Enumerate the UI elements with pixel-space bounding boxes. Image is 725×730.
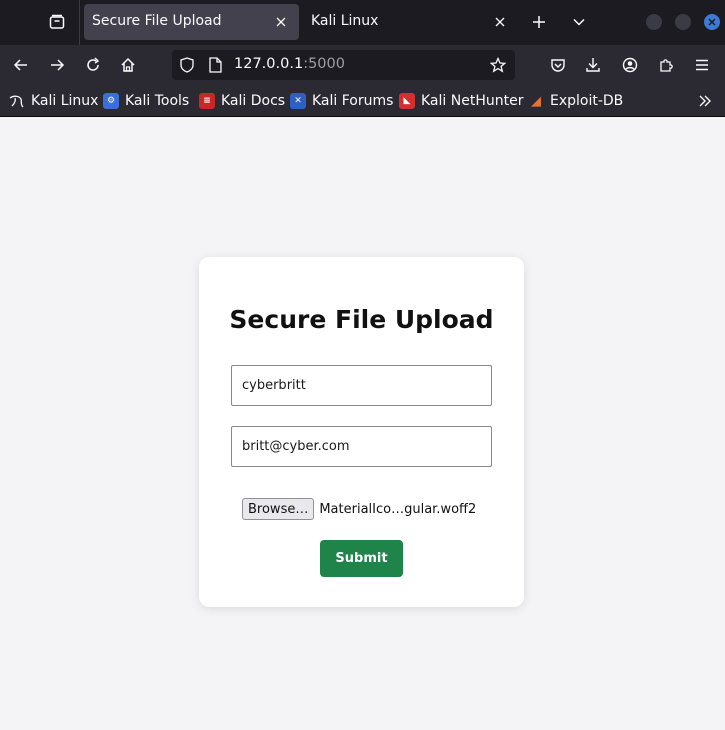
url-text: 127.0.0.1:5000 bbox=[234, 56, 345, 72]
bookmark-star-icon[interactable] bbox=[489, 56, 507, 74]
tab-title: Kali Linux bbox=[311, 13, 379, 29]
bookmark-label: Kali Docs bbox=[221, 93, 286, 109]
navigation-toolbar: 127.0.0.1:5000 bbox=[0, 45, 725, 85]
page-info-icon[interactable] bbox=[206, 56, 224, 74]
exploit-db-icon: ◢ bbox=[531, 93, 541, 109]
bookmark-label: Kali Tools bbox=[125, 93, 190, 109]
plus-icon bbox=[533, 16, 545, 28]
pocket-button[interactable] bbox=[542, 49, 574, 81]
bookmark-label: Kali Forums bbox=[312, 93, 394, 109]
bookmark-label: Kali Linux bbox=[31, 93, 99, 109]
page-title: Secure File Upload bbox=[229, 305, 494, 334]
tab-title: Secure File Upload bbox=[92, 13, 222, 29]
kali-tools-icon: ⚙ bbox=[103, 93, 119, 109]
bookmark-exploit-db[interactable]: ◢ Exploit-DB bbox=[528, 91, 623, 111]
app-menu-button[interactable] bbox=[686, 49, 718, 81]
email-input[interactable] bbox=[231, 426, 492, 467]
bookmarks-overflow-button[interactable] bbox=[695, 91, 715, 111]
list-all-tabs-button[interactable] bbox=[563, 6, 595, 38]
url-port: :5000 bbox=[303, 56, 345, 72]
downloads-button[interactable] bbox=[577, 49, 609, 81]
tab-secure-file-upload[interactable]: Secure File Upload bbox=[84, 4, 299, 40]
bookmark-label: Kali NetHunter bbox=[421, 93, 524, 109]
tracking-protection-icon[interactable] bbox=[178, 56, 196, 74]
bookmark-kali-forums[interactable]: ✕ Kali Forums bbox=[290, 91, 393, 111]
bookmark-kali-nethunter[interactable]: ◣ Kali NetHunter bbox=[399, 91, 523, 111]
kali-forums-icon: ✕ bbox=[290, 93, 306, 109]
upload-form-card: Secure File Upload Browse… MaterialIco…g… bbox=[199, 257, 524, 607]
reload-icon bbox=[87, 57, 100, 71]
extensions-button[interactable] bbox=[650, 49, 682, 81]
tab-close-button[interactable] bbox=[490, 12, 510, 32]
tab-separator bbox=[79, 0, 80, 45]
submit-button[interactable]: Submit bbox=[320, 540, 403, 577]
back-button[interactable] bbox=[5, 49, 37, 81]
account-icon bbox=[622, 57, 638, 73]
url-host: 127.0.0.1 bbox=[234, 56, 304, 72]
home-icon bbox=[121, 57, 135, 72]
window-close-button[interactable] bbox=[704, 14, 720, 30]
firefox-view-button[interactable] bbox=[41, 6, 73, 38]
url-bar[interactable]: 127.0.0.1:5000 bbox=[172, 50, 515, 80]
tab-strip: Secure File Upload Kali Linux bbox=[0, 0, 725, 45]
arrow-right-icon bbox=[51, 59, 65, 71]
account-button[interactable] bbox=[614, 49, 646, 81]
close-icon bbox=[495, 17, 505, 27]
bookmark-label: Exploit-DB bbox=[550, 93, 624, 109]
bookmarks-toolbar: Kali Linux ⚙ Kali Tools ≡ Kali Docs ✕ Ka… bbox=[0, 85, 725, 117]
tab-close-button[interactable] bbox=[271, 12, 291, 32]
reload-button[interactable] bbox=[77, 49, 109, 81]
close-icon bbox=[276, 17, 286, 27]
browse-button[interactable]: Browse… bbox=[242, 498, 315, 520]
window-maximize-button[interactable] bbox=[675, 14, 691, 30]
kali-dragon-icon bbox=[9, 93, 25, 109]
puzzle-icon bbox=[660, 59, 673, 72]
pocket-icon bbox=[551, 59, 565, 72]
window-minimize-button[interactable] bbox=[646, 14, 662, 30]
tab-kali-linux[interactable]: Kali Linux bbox=[301, 4, 518, 40]
download-icon bbox=[586, 58, 600, 72]
bookmark-kali-docs[interactable]: ≡ Kali Docs bbox=[199, 91, 285, 111]
selected-file-name: MaterialIco…gular.woff2 bbox=[319, 501, 477, 517]
page-content: Secure File Upload Browse… MaterialIco…g… bbox=[0, 117, 725, 730]
bookmark-kali-linux[interactable]: Kali Linux bbox=[9, 91, 98, 111]
bookmark-kali-tools[interactable]: ⚙ Kali Tools bbox=[103, 91, 189, 111]
arrow-left-icon bbox=[13, 59, 27, 71]
kali-docs-icon: ≡ bbox=[199, 93, 215, 109]
double-chevron-right-icon bbox=[699, 95, 711, 107]
firefox-view-icon bbox=[49, 14, 65, 29]
new-tab-button[interactable] bbox=[523, 6, 555, 38]
hamburger-menu-icon bbox=[696, 59, 708, 71]
file-input: Browse… MaterialIco…gular.woff2 bbox=[242, 498, 476, 520]
close-icon bbox=[708, 18, 716, 26]
home-button[interactable] bbox=[112, 49, 144, 81]
username-input[interactable] bbox=[231, 365, 492, 406]
forward-button[interactable] bbox=[41, 49, 73, 81]
kali-nethunter-icon: ◣ bbox=[399, 93, 415, 109]
chevron-down-icon bbox=[573, 18, 585, 26]
